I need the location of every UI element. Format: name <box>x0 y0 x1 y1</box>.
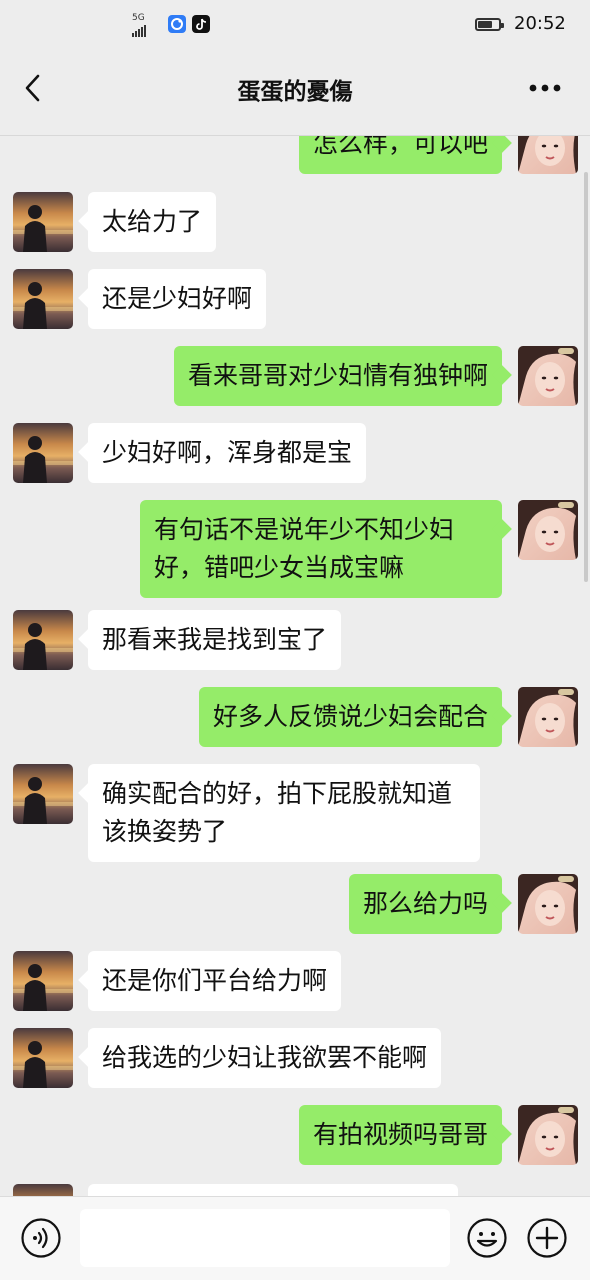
battery-icon <box>475 18 504 31</box>
emoji-icon <box>467 1218 507 1258</box>
message-bubble-received[interactable]: 少妇好啊，浑身都是宝 <box>88 423 367 483</box>
emoji-button[interactable] <box>466 1217 508 1259</box>
chat-area[interactable]: 怎么样，可以吧 太给力了 还是少妇好啊 看来哥哥对少妇情有独钟啊 少妇好啊，浑身… <box>0 136 590 1196</box>
my-avatar[interactable] <box>518 687 578 747</box>
voice-icon <box>21 1218 61 1258</box>
voice-button[interactable] <box>20 1217 62 1259</box>
page-title: 蛋蛋的憂傷 <box>237 79 353 105</box>
message-bubble-sent[interactable]: 有句话不是说年少不知少妇好，错吧少女当成宝嘛 <box>140 500 502 598</box>
message-bubble-received[interactable]: 还是少妇好啊 <box>88 269 267 329</box>
clock-time: 20:52 <box>514 13 566 34</box>
signal-icon: 5G <box>132 14 146 37</box>
my-avatar[interactable] <box>518 874 578 934</box>
contact-avatar[interactable] <box>13 764 73 824</box>
message-bubble-sent[interactable]: 有拍视频吗哥哥 <box>298 1105 502 1165</box>
contact-avatar[interactable] <box>13 610 73 670</box>
message-bubble-sent[interactable]: 看来哥哥对少妇情有独钟啊 <box>173 346 502 406</box>
scrollbar[interactable] <box>584 172 588 582</box>
network-type: 5G <box>132 13 145 23</box>
status-bar: 5G 20:52 <box>0 0 590 50</box>
chat-header: 蛋蛋的憂傷 <box>0 50 590 136</box>
message-bubble-sent[interactable]: 那么给力吗 <box>348 874 502 934</box>
contact-avatar[interactable] <box>13 423 73 483</box>
my-avatar[interactable] <box>518 500 578 560</box>
message-bubble-received[interactable]: 太给力了 <box>88 192 217 252</box>
contact-avatar[interactable] <box>13 269 73 329</box>
message-bubble-received[interactable] <box>88 1184 458 1196</box>
contact-avatar[interactable] <box>13 951 73 1011</box>
app-notification-icon <box>168 15 186 33</box>
contact-avatar[interactable] <box>13 192 73 252</box>
plus-button[interactable] <box>526 1217 568 1259</box>
my-avatar[interactable] <box>518 136 578 174</box>
message-bubble-received[interactable]: 还是你们平台给力啊 <box>88 951 342 1011</box>
plus-icon <box>527 1218 567 1258</box>
message-bubble-sent[interactable]: 怎么样，可以吧 <box>298 136 502 174</box>
message-bubble-received[interactable]: 那看来我是找到宝了 <box>88 610 342 670</box>
message-bubble-sent[interactable]: 好多人反馈说少妇会配合 <box>198 687 502 747</box>
more-dots-icon <box>529 84 561 92</box>
my-avatar[interactable] <box>518 1105 578 1165</box>
tiktok-icon <box>192 15 210 33</box>
my-avatar[interactable] <box>518 346 578 406</box>
message-bubble-received[interactable]: 给我选的少妇让我欲罢不能啊 <box>88 1028 442 1088</box>
message-bubble-received[interactable]: 确实配合的好，拍下屁股就知道该换姿势了 <box>88 764 480 862</box>
message-input[interactable] <box>80 1209 450 1267</box>
input-bar <box>0 1196 590 1280</box>
more-button[interactable] <box>528 80 562 94</box>
contact-avatar[interactable] <box>13 1184 73 1196</box>
contact-avatar[interactable] <box>13 1028 73 1088</box>
